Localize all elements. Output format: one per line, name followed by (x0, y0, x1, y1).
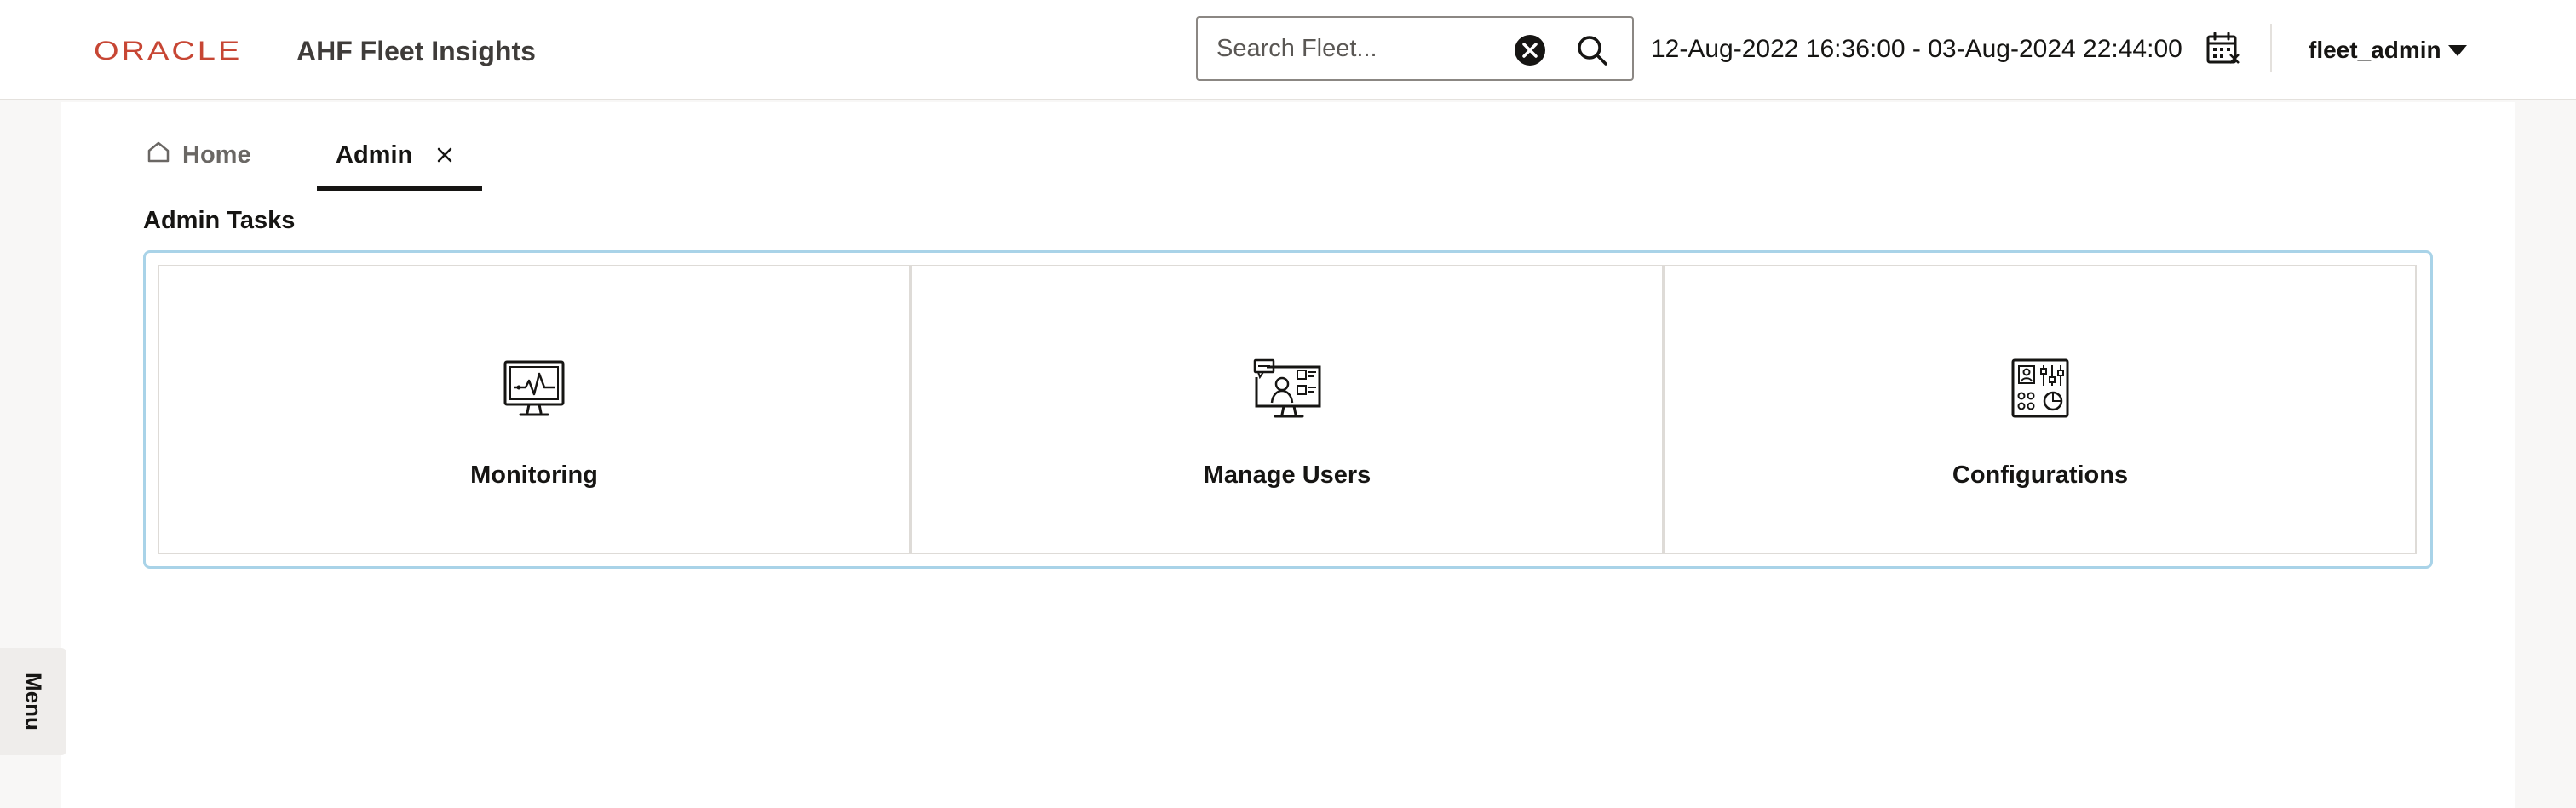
main-content: Home Admin Admin Tasks Monitoring Manage… (61, 102, 2515, 808)
brand-mark: ORACLE (94, 36, 243, 66)
search-icon[interactable] (1574, 32, 1610, 68)
search-box (1196, 16, 1634, 81)
task-card-monitoring[interactable]: Monitoring (158, 265, 911, 554)
active-tab-indicator (317, 186, 482, 191)
monitor-pulse-icon (503, 360, 565, 416)
app-title: AHF Fleet Insights (296, 36, 536, 66)
search-input[interactable] (1215, 32, 1504, 66)
tab-admin-label: Admin (336, 141, 413, 169)
side-menu-toggle[interactable]: Menu (0, 648, 66, 755)
task-label-configurations: Configurations (1952, 461, 2129, 489)
section-title: Admin Tasks (143, 207, 296, 234)
date-range[interactable]: 12-Aug-2022 16:36:00 - 03-Aug-2024 22:44… (1651, 32, 2182, 66)
configurations-icon (2011, 358, 2069, 418)
header-divider (2270, 24, 2272, 72)
close-icon[interactable] (434, 145, 455, 165)
home-icon (147, 141, 170, 163)
oracle-logo[interactable]: ORACLE (94, 32, 242, 70)
app-header: ORACLE AHF Fleet Insights 12-Aug-2022 16… (0, 0, 2576, 100)
admin-tasks-panel: Monitoring Manage Users Configurations (143, 250, 2433, 569)
calendar-icon[interactable] (2205, 31, 2240, 66)
task-card-configurations[interactable]: Configurations (1664, 265, 2417, 554)
chevron-down-icon[interactable] (2447, 43, 2469, 58)
tab-admin[interactable]: Admin (317, 136, 482, 191)
task-card-manage-users[interactable]: Manage Users (911, 265, 1664, 554)
clear-search-icon[interactable] (1513, 33, 1547, 67)
side-menu-label: Menu (20, 673, 47, 731)
task-label-monitoring: Monitoring (470, 461, 598, 489)
tab-home-label: Home (182, 140, 251, 169)
task-label-manage-users: Manage Users (1203, 461, 1371, 489)
manage-users-icon (1253, 358, 1321, 418)
tab-home[interactable]: Home (147, 136, 251, 174)
user-menu-name[interactable]: fleet_admin (2309, 34, 2441, 66)
